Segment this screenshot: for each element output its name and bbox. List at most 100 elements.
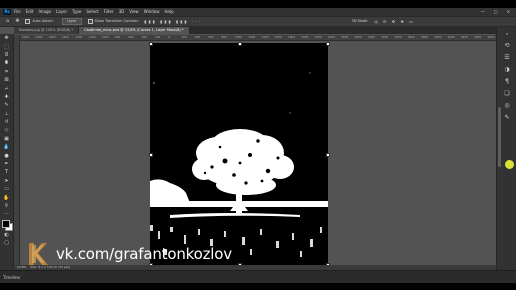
shape-tool-icon[interactable]: ▭ xyxy=(0,185,13,193)
ruler-tick-label: 4800 xyxy=(487,35,495,39)
ruler-tick-label: 2800 xyxy=(354,35,362,39)
type-tool-icon[interactable]: T xyxy=(0,168,13,176)
foreground-color-icon[interactable] xyxy=(2,219,10,228)
auto-select-dropdown[interactable]: Layer xyxy=(61,18,82,25)
adjustments-panel-icon[interactable]: ◑ xyxy=(497,63,516,75)
panel-dock: » ⟲ ☰ ◑ ¶ ❏ ◎ ✎ xyxy=(496,27,516,270)
ruler-tick-label: 1600 xyxy=(274,35,282,39)
ruler-tick-label: 2600 xyxy=(341,35,349,39)
menu-window[interactable]: Window xyxy=(144,8,160,16)
quick-mask-icon[interactable]: ◐ xyxy=(0,231,13,239)
timeline-tab[interactable]: Timeline xyxy=(3,275,20,280)
ruler-tick-label: 3400 xyxy=(394,35,402,39)
ruler-tick-label: 3200 xyxy=(381,35,389,39)
menu-image[interactable]: Image xyxy=(38,8,51,16)
auto-select-label: Auto-Select: xyxy=(32,19,54,23)
layers-panel-icon[interactable]: ❏ xyxy=(497,87,516,99)
options-bar: ⌂ ✥ Auto-Select: Layer Show Transform Co… xyxy=(0,16,516,27)
menu-help[interactable]: Help xyxy=(164,8,173,16)
dodge-tool-icon[interactable]: ● xyxy=(0,151,13,159)
checkbox-box-icon xyxy=(87,19,93,24)
ruler-tick-label: 400 xyxy=(194,35,201,39)
canvas-area[interactable] xyxy=(20,41,496,267)
transform-handle-icon[interactable] xyxy=(238,42,242,46)
collapse-panels-icon[interactable]: » xyxy=(497,27,516,39)
document-tabs: Rabbots.jpg @ 100% (RGB/8) * Свойство_но… xyxy=(14,27,496,34)
auto-select-checkbox[interactable]: Auto-Select: xyxy=(25,17,54,26)
path-select-tool-icon[interactable]: ➤ xyxy=(0,177,13,185)
frame-tool-icon[interactable]: ⊠ xyxy=(0,76,13,84)
marquee-tool-icon[interactable]: ⬚ xyxy=(0,42,13,50)
brush-tool-icon[interactable]: ✎ xyxy=(0,101,13,109)
tab-active-document[interactable]: Свойство_ночь.psd @ 23,8% (Curves 1, Lay… xyxy=(79,27,190,34)
ruler-tick-label: 400 xyxy=(141,35,148,39)
more-tools-icon[interactable]: ··· xyxy=(0,210,13,218)
ruler-tick-label: 4400 xyxy=(460,35,469,39)
ruler-tick-label: 600 xyxy=(128,35,134,39)
maximize-icon[interactable]: □ xyxy=(494,8,498,16)
minimize-icon[interactable]: — xyxy=(481,8,485,16)
home-icon[interactable]: ⌂ xyxy=(6,17,9,26)
ruler-tick-label: 2400 xyxy=(327,35,336,39)
tab-rabbots[interactable]: Rabbots.jpg @ 100% (RGB/8) * xyxy=(14,27,80,34)
paragraph-panel-icon[interactable]: ¶ xyxy=(497,75,516,87)
ruler-tick-label: 2000 xyxy=(35,35,43,39)
color-swatches[interactable] xyxy=(0,219,13,231)
ruler-tick-label: 1200 xyxy=(248,35,256,39)
close-icon[interactable]: ✕ xyxy=(507,8,510,16)
move-tool-icon[interactable]: ✥ xyxy=(0,34,13,42)
ruler-tick-label: 3800 xyxy=(421,35,429,39)
transform-controls-checkbox[interactable]: Show Transform Controls xyxy=(87,17,138,26)
hand-tool-icon[interactable]: ✋ xyxy=(0,193,13,201)
clone-stamp-icon[interactable]: ⊥ xyxy=(0,110,13,118)
menu-select[interactable]: Select xyxy=(86,8,98,16)
ruler-tick-label: 3600 xyxy=(407,35,415,39)
blur-tool-icon[interactable]: 💧 xyxy=(0,143,13,151)
ruler-tick-label: 1000 xyxy=(101,35,109,39)
ruler-tick-label: 1400 xyxy=(75,35,83,39)
transform-handle-icon[interactable] xyxy=(149,153,153,157)
eyedropper-tool-icon[interactable]: ⌿ xyxy=(0,84,13,92)
menu-layer[interactable]: Layer xyxy=(56,8,67,16)
healing-brush-icon[interactable]: ✚ xyxy=(0,93,13,101)
ruler-tick-label: 1600 xyxy=(61,35,70,39)
photoshop-logo-icon[interactable]: Ps xyxy=(3,9,11,15)
ruler-tick-label: 1800 xyxy=(48,35,56,39)
properties-panel-icon[interactable]: ☰ xyxy=(497,51,516,63)
vertical-scrollbar[interactable] xyxy=(498,107,501,167)
menu-type[interactable]: Type xyxy=(72,8,81,16)
ruler-tick-label: 600 xyxy=(208,35,214,39)
menu-filter[interactable]: Filter xyxy=(104,8,114,16)
menu-file[interactable]: File xyxy=(14,8,21,16)
menu-3d[interactable]: 3D xyxy=(119,8,125,16)
transform-handle-icon[interactable] xyxy=(326,42,330,46)
ruler-tick-label: 4600 xyxy=(474,35,482,39)
gradient-tool-icon[interactable]: ▣ xyxy=(0,135,13,143)
transform-handle-icon[interactable] xyxy=(149,42,153,46)
layer-mask-image xyxy=(150,43,328,265)
transform-handle-icon[interactable] xyxy=(326,153,330,157)
zoom-tool-icon[interactable]: ⚲ xyxy=(0,202,13,210)
ruler-tick-label: 4000 xyxy=(434,35,442,39)
threed-mode-icons[interactable]: ◎ ⟳ ✥ ❖ ▭ xyxy=(374,17,415,26)
document-canvas[interactable] xyxy=(149,42,330,267)
quick-select-tool-icon[interactable]: ⬮ xyxy=(0,59,13,67)
ruler-tick-label: 2200 xyxy=(314,35,322,39)
photoshop-window: Ps File Edit Image Layer Type Select Fil… xyxy=(0,0,516,290)
history-panel-icon[interactable]: ⟲ xyxy=(497,39,516,51)
move-tool-preset-icon[interactable]: ✥ xyxy=(15,17,19,26)
lasso-tool-icon[interactable]: ᘓ xyxy=(0,51,13,59)
history-brush-icon[interactable]: ↺ xyxy=(0,118,13,126)
watermark: vk.com/grafantonkozlov xyxy=(26,240,232,268)
pen-tool-icon[interactable]: ✒ xyxy=(0,160,13,168)
align-icons[interactable]: ▮▮▮ ▮▮▮ ▮▮▮ ··· xyxy=(144,17,201,26)
ruler-tick-label: 200 xyxy=(181,35,187,39)
tools-panel: ✥ ⬚ ᘓ ⬮ ⌗ ⊠ ⌿ ✚ ✎ ⊥ ↺ ◇ ▣ 💧 ● ✒ T ➤ ▭ ✋ … xyxy=(0,34,14,270)
crop-tool-icon[interactable]: ⌗ xyxy=(0,68,13,76)
window-controls: — □ ✕ xyxy=(481,8,510,16)
eraser-tool-icon[interactable]: ◇ xyxy=(0,126,13,134)
menu-view[interactable]: View xyxy=(129,8,139,16)
ruler-tick-label: 800 xyxy=(221,35,227,39)
screen-mode-icon[interactable]: ▢ xyxy=(0,239,13,247)
menu-edit[interactable]: Edit xyxy=(26,8,34,16)
